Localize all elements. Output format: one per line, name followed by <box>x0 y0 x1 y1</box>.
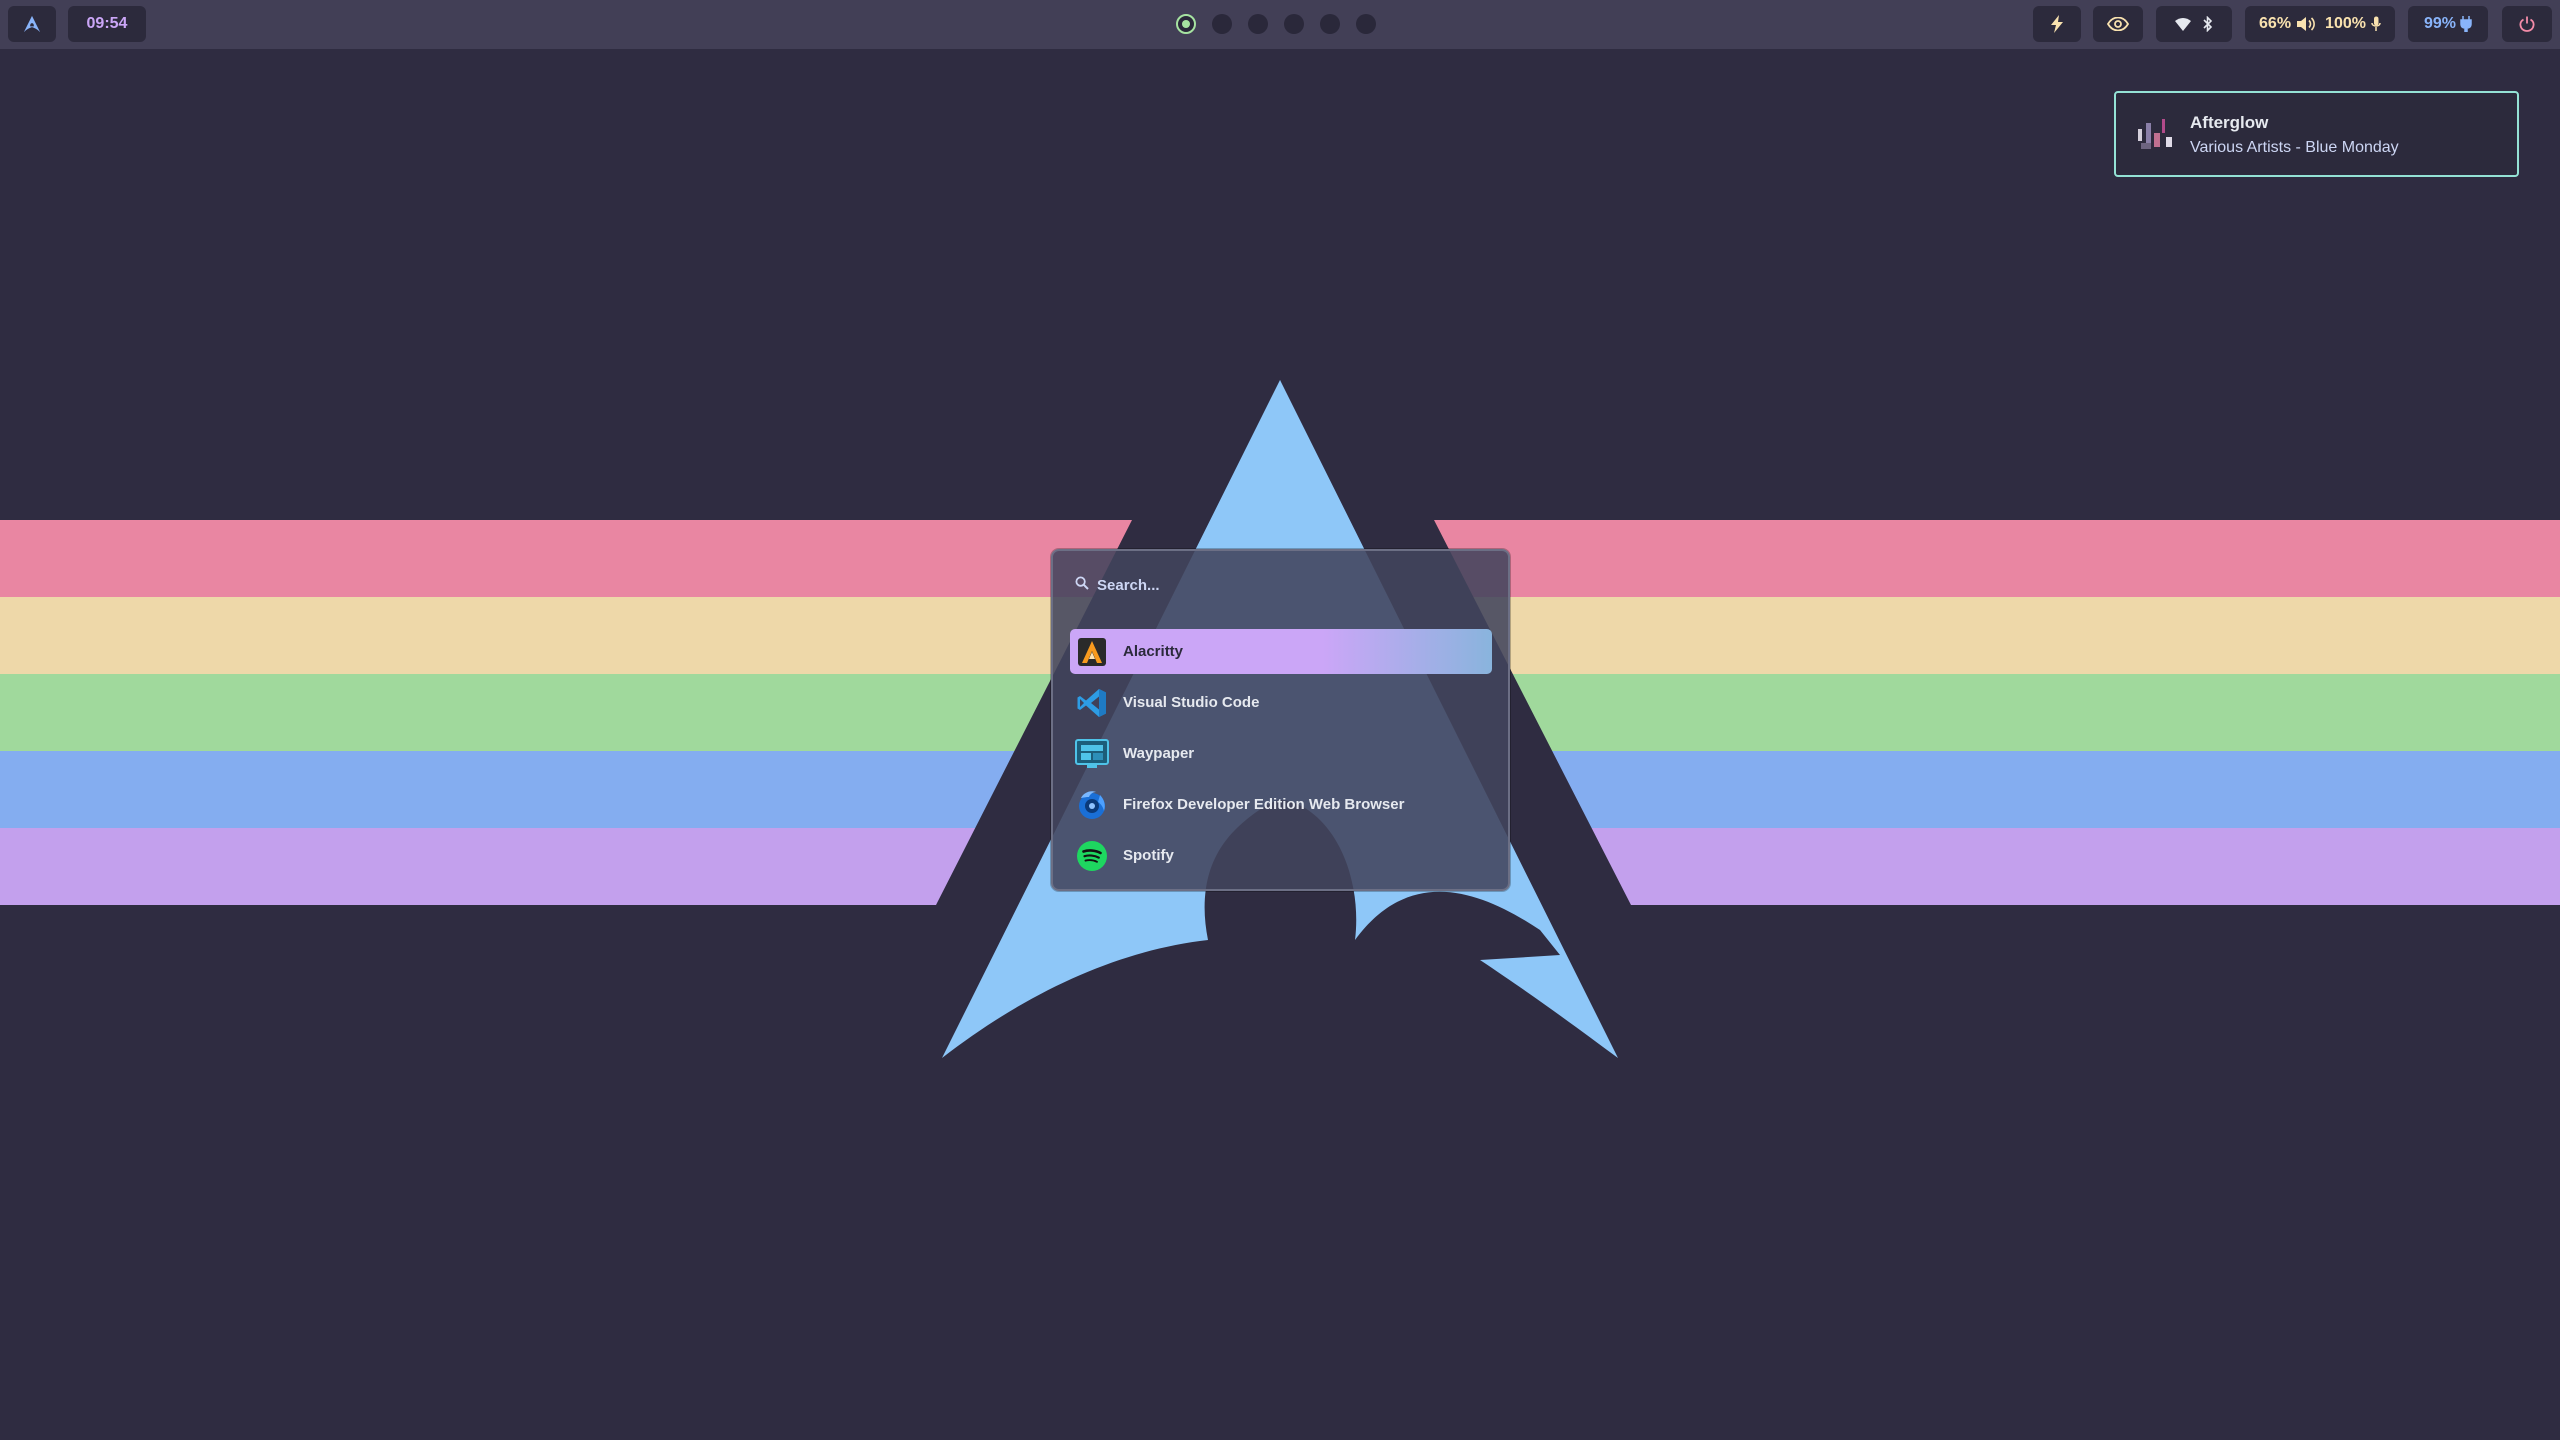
clock[interactable]: 09:54 <box>68 6 146 42</box>
media-notification[interactable]: Afterglow Various Artists - Blue Monday <box>2114 91 2519 177</box>
search-icon <box>1075 576 1089 595</box>
firefox-dev-icon <box>1075 788 1109 822</box>
launcher-entry-label: Visual Studio Code <box>1123 694 1260 711</box>
charging-icon <box>2460 16 2472 32</box>
search-bar <box>1075 575 1477 595</box>
launcher-entry-label: Alacritty <box>1123 643 1184 660</box>
alacritty-icon <box>1075 635 1109 669</box>
workspace-5-button[interactable] <box>1320 14 1340 34</box>
launcher-entry-spotify[interactable]: Spotify <box>1070 833 1492 878</box>
album-art-icon <box>2136 115 2176 155</box>
launcher-entry-waypaper[interactable]: Waypaper <box>1070 731 1492 776</box>
battery-text: 99% <box>2423 15 2457 32</box>
launcher-entry-alacritty[interactable]: Alacritty <box>1070 629 1492 674</box>
bluetooth-icon <box>2203 16 2213 32</box>
workspace-2-button[interactable] <box>1212 14 1232 34</box>
microphone-icon <box>2371 16 2381 32</box>
workspace-6-button[interactable] <box>1356 14 1376 34</box>
notification-body: Various Artists - Blue Monday <box>2190 139 2399 156</box>
notification-title: Afterglow <box>2190 113 2269 132</box>
workspace-3-button[interactable] <box>1248 14 1268 34</box>
wifi-icon <box>2175 17 2191 31</box>
app-menu-button[interactable] <box>8 6 56 42</box>
audio-controls[interactable]: 66% 100% <box>2245 6 2395 42</box>
eye-icon <box>2107 17 2129 31</box>
battery-indicator[interactable]: 99% <box>2408 6 2488 42</box>
power-button[interactable] <box>2502 6 2552 42</box>
search-input[interactable] <box>1097 576 1477 594</box>
spotify-icon <box>1075 839 1109 873</box>
waypaper-icon <box>1075 737 1109 771</box>
workspace-switcher <box>1176 14 1376 36</box>
launcher-entry-label: Spotify <box>1123 847 1174 864</box>
app-launcher: Alacritty Visual Studio Code Waypaper Fi… <box>1051 549 1510 891</box>
launcher-entry-label: Waypaper <box>1123 745 1195 762</box>
launcher-entry-vscode[interactable]: Visual Studio Code <box>1070 680 1492 725</box>
volume-text: 66% <box>2259 15 2292 32</box>
vscode-icon <box>1075 686 1109 720</box>
clock-text: 09:54 <box>86 15 128 32</box>
power-profile-button[interactable] <box>2033 6 2081 42</box>
launcher-entry-label: Firefox Developer Edition Web Browser <box>1123 796 1405 813</box>
idle-inhibitor-button[interactable] <box>2093 6 2143 42</box>
workspace-1-button[interactable] <box>1176 14 1196 34</box>
mic-text: 100% <box>2325 15 2366 32</box>
workspace-4-button[interactable] <box>1284 14 1304 34</box>
top-bar: 09:54 66% 100% 99% <box>0 0 2560 49</box>
launcher-entry-firefox-dev[interactable]: Firefox Developer Edition Web Browser <box>1070 782 1492 827</box>
power-icon <box>2519 16 2535 32</box>
network-bluetooth-button[interactable] <box>2156 6 2232 42</box>
lightning-icon <box>2050 15 2064 33</box>
speaker-icon <box>2296 16 2316 32</box>
arch-logo-icon <box>23 15 41 33</box>
